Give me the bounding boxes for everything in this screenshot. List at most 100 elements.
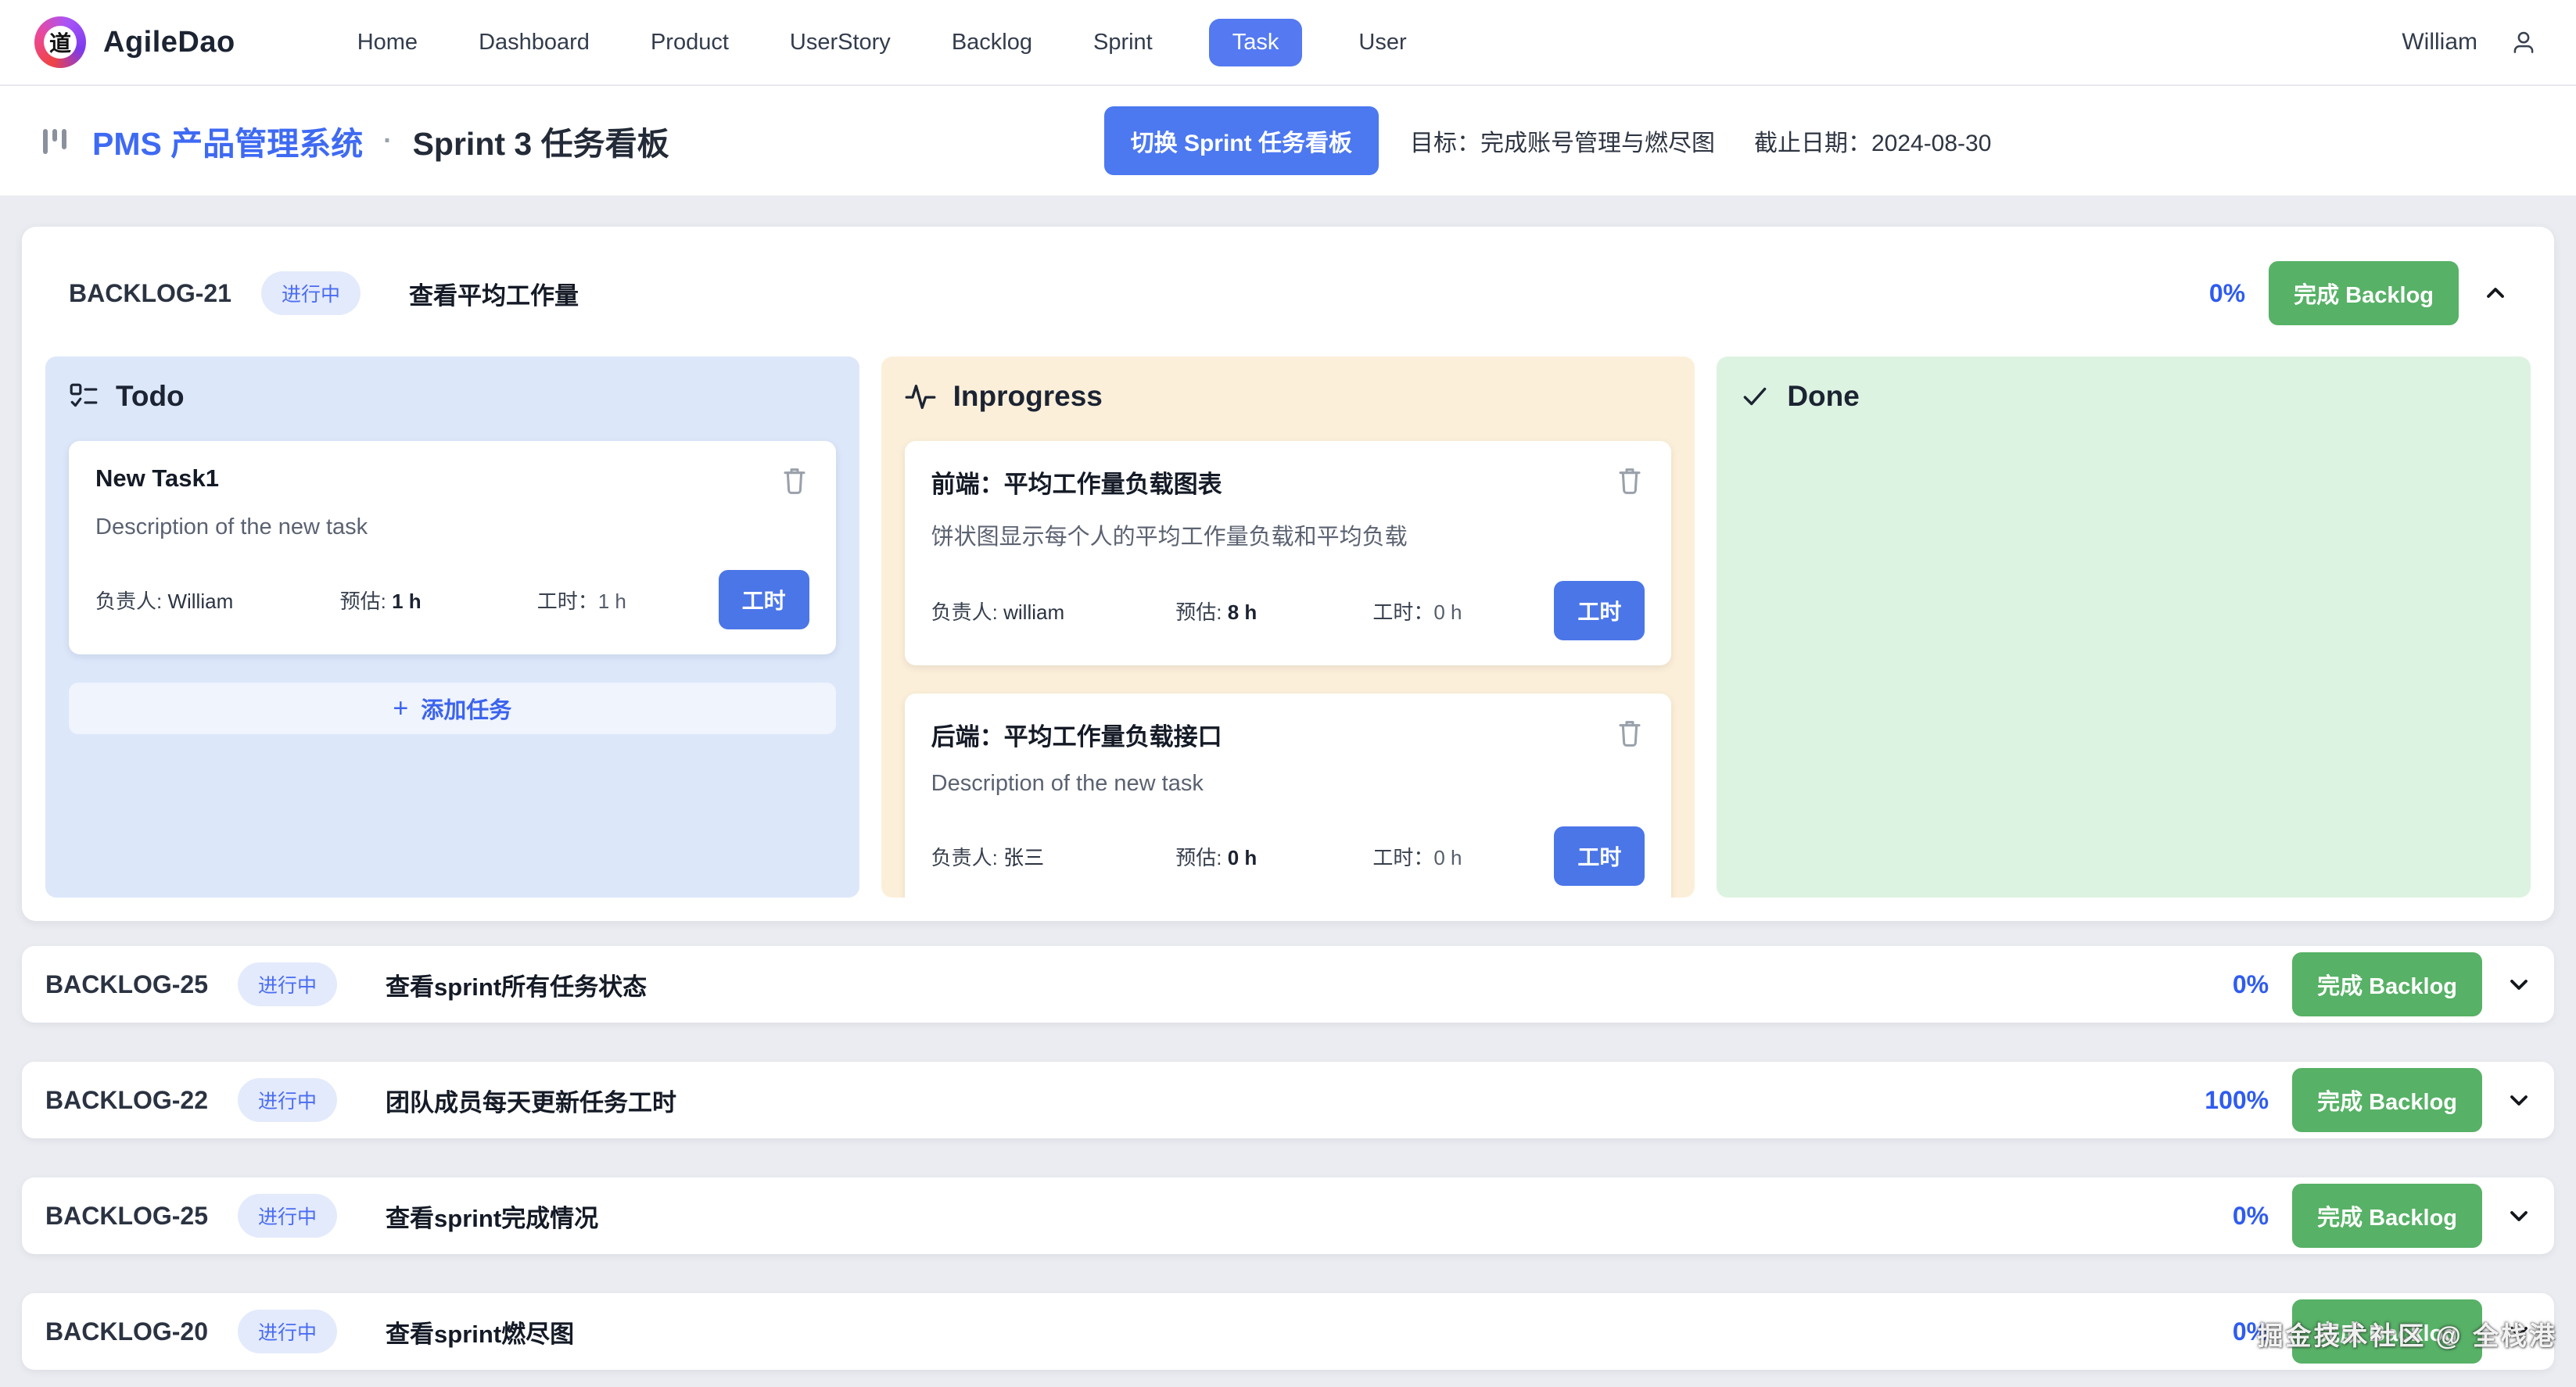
page-title: Sprint 3 任务看板 bbox=[413, 117, 669, 164]
progress-percent: 100% bbox=[2205, 1086, 2269, 1115]
backlog-title: 查看sprint燃尽图 bbox=[386, 1314, 574, 1349]
chevron-down-icon[interactable] bbox=[2506, 1087, 2532, 1113]
kanban-board: Todo New Task1 Description of the new ta… bbox=[45, 357, 2531, 898]
user-profile-icon[interactable] bbox=[2510, 29, 2537, 56]
sprint-goal-text: 目标：完成账号管理与燃尽图 bbox=[1410, 124, 1715, 158]
task-description: Description of the new task bbox=[95, 514, 809, 540]
inprogress-column-title: Inprogress bbox=[953, 380, 1103, 413]
progress-percent: 0% bbox=[2233, 970, 2269, 999]
list-todo-icon bbox=[69, 382, 99, 411]
backlog-row-right: 100% 完成 Backlog bbox=[2205, 1068, 2532, 1132]
task-meta: 负责人: william 预估: 8 h 工时：0 h 工时 bbox=[931, 581, 1645, 640]
breadcrumb: PMS 产品管理系统 · Sprint 3 任务看板 bbox=[92, 117, 669, 164]
activity-icon bbox=[905, 381, 936, 412]
backlog-id: BACKLOG-25 bbox=[45, 970, 208, 999]
backlog-id: BACKLOG-22 bbox=[45, 1086, 208, 1115]
log-hours-button[interactable]: 工时 bbox=[719, 570, 809, 629]
status-badge: 进行中 bbox=[238, 1194, 337, 1238]
complete-backlog-button[interactable]: 完成 Backlog bbox=[2269, 261, 2459, 325]
chevron-up-icon[interactable] bbox=[2482, 280, 2509, 306]
todo-column-header: Todo bbox=[69, 380, 836, 413]
kanban-column-inprogress: Inprogress 前端：平均工作量负载图表 饼状图显示每个人的平均工作量负载… bbox=[881, 357, 1695, 898]
complete-backlog-button[interactable]: 完成 Backlog bbox=[2292, 952, 2482, 1016]
task-meta: 负责人: William 预估: 1 h 工时：1 h 工时 bbox=[95, 570, 809, 629]
check-icon bbox=[1740, 382, 1770, 411]
delete-task-icon[interactable] bbox=[1615, 464, 1645, 496]
backlog-rows: BACKLOG-25 进行中 查看sprint所有任务状态 0% 完成 Back… bbox=[22, 946, 2554, 1370]
task-hours: 工时：1 h bbox=[537, 586, 719, 615]
task-title: 前端：平均工作量负载图表 bbox=[931, 464, 1222, 500]
nav-items: Home Dashboard Product UserStory Backlog… bbox=[353, 19, 1412, 66]
nav-item-task-active[interactable]: Task bbox=[1209, 19, 1303, 66]
backlog-title: 团队成员每天更新任务工时 bbox=[386, 1083, 676, 1118]
task-hours: 工时：0 h bbox=[1372, 597, 1554, 625]
nav-item-sprint[interactable]: Sprint bbox=[1089, 19, 1157, 66]
chevron-down-icon[interactable] bbox=[2506, 971, 2532, 998]
backlog-row-right: 0% 完成 Backlog bbox=[2233, 1184, 2532, 1248]
backlog-header-right: 0% 完成 Backlog bbox=[2209, 261, 2509, 325]
backlog-title: 查看sprint完成情况 bbox=[386, 1199, 598, 1234]
backlog-row: BACKLOG-25 进行中 查看sprint所有任务状态 0% 完成 Back… bbox=[22, 946, 2554, 1023]
project-title-link[interactable]: PMS 产品管理系统 bbox=[92, 117, 363, 164]
delete-task-icon[interactable] bbox=[1615, 717, 1645, 748]
current-user-name: William bbox=[2402, 29, 2477, 56]
nav-item-backlog[interactable]: Backlog bbox=[947, 19, 1037, 66]
add-task-button[interactable]: + 添加任务 bbox=[69, 683, 836, 734]
task-card[interactable]: 前端：平均工作量负载图表 饼状图显示每个人的平均工作量负载和平均负载 负责人: … bbox=[905, 441, 1672, 665]
complete-backlog-button[interactable]: 完成 Backlog bbox=[2292, 1184, 2482, 1248]
nav-item-home[interactable]: Home bbox=[353, 19, 422, 66]
nav-right: William bbox=[2402, 29, 2542, 56]
task-title: 后端：平均工作量负载接口 bbox=[931, 717, 1222, 752]
page-header: PMS 产品管理系统 · Sprint 3 任务看板 切换 Sprint 任务看… bbox=[0, 86, 2576, 195]
backlog-title: 查看平均工作量 bbox=[409, 276, 579, 311]
nav-item-user[interactable]: User bbox=[1354, 19, 1411, 66]
task-card[interactable]: New Task1 Description of the new task 负责… bbox=[69, 441, 836, 654]
task-owner: 负责人: William bbox=[95, 586, 340, 615]
backlog-id: BACKLOG-20 bbox=[45, 1317, 208, 1346]
log-hours-button[interactable]: 工时 bbox=[1554, 581, 1645, 640]
kanban-column-todo: Todo New Task1 Description of the new ta… bbox=[45, 357, 859, 898]
task-estimate: 预估: 8 h bbox=[1175, 597, 1372, 625]
backlog-row: BACKLOG-25 进行中 查看sprint完成情况 0% 完成 Backlo… bbox=[22, 1177, 2554, 1254]
inprogress-column-header: Inprogress bbox=[905, 380, 1672, 413]
complete-backlog-button[interactable]: 完成 Backlog bbox=[2292, 1299, 2482, 1364]
main-content: BACKLOG-21 进行中 查看平均工作量 0% 完成 Backlog bbox=[0, 195, 2576, 1370]
backlog-row: BACKLOG-22 进行中 团队成员每天更新任务工时 100% 完成 Back… bbox=[22, 1062, 2554, 1138]
plus-icon: + bbox=[393, 694, 408, 724]
nav-item-userstory[interactable]: UserStory bbox=[785, 19, 895, 66]
top-nav: 道 AgileDao Home Dashboard Product UserSt… bbox=[0, 0, 2576, 86]
backlog-id: BACKLOG-21 bbox=[69, 279, 231, 308]
task-card[interactable]: 后端：平均工作量负载接口 Description of the new task… bbox=[905, 694, 1672, 898]
add-task-label: 添加任务 bbox=[421, 692, 511, 725]
brand[interactable]: 道 AgileDao bbox=[34, 16, 235, 68]
delete-task-icon[interactable] bbox=[780, 464, 809, 496]
task-description: 饼状图显示每个人的平均工作量负载和平均负载 bbox=[931, 518, 1645, 551]
task-estimate: 预估: 0 h bbox=[1175, 842, 1372, 871]
chevron-down-icon[interactable] bbox=[2506, 1202, 2532, 1229]
task-meta: 负责人: 张三 预估: 0 h 工时：0 h 工时 bbox=[931, 826, 1645, 886]
task-title: New Task1 bbox=[95, 464, 219, 493]
nav-item-dashboard[interactable]: Dashboard bbox=[474, 19, 594, 66]
switch-sprint-board-button[interactable]: 切换 Sprint 任务看板 bbox=[1104, 106, 1379, 175]
sprint-deadline-text: 截止日期：2024-08-30 bbox=[1754, 124, 1991, 158]
task-description: Description of the new task bbox=[931, 771, 1645, 797]
kanban-icon bbox=[33, 120, 75, 162]
progress-percent: 0% bbox=[2233, 1317, 2269, 1346]
log-hours-button[interactable]: 工时 bbox=[1554, 826, 1645, 886]
progress-percent: 0% bbox=[2233, 1202, 2269, 1231]
nav-item-product[interactable]: Product bbox=[646, 19, 734, 66]
title-separator: · bbox=[383, 126, 392, 156]
status-badge: 进行中 bbox=[261, 271, 361, 315]
backlog-id: BACKLOG-25 bbox=[45, 1202, 208, 1231]
task-owner: 负责人: 张三 bbox=[931, 842, 1176, 871]
brand-logo-char: 道 bbox=[44, 26, 77, 59]
status-badge: 进行中 bbox=[238, 1310, 337, 1353]
backlog-title: 查看sprint所有任务状态 bbox=[386, 967, 647, 1002]
backlog-header: BACKLOG-21 进行中 查看平均工作量 0% 完成 Backlog bbox=[45, 250, 2531, 336]
task-owner: 负责人: william bbox=[931, 597, 1176, 625]
chevron-down-icon[interactable] bbox=[2506, 1318, 2532, 1345]
complete-backlog-button[interactable]: 完成 Backlog bbox=[2292, 1068, 2482, 1132]
progress-percent: 0% bbox=[2209, 279, 2245, 308]
task-hours: 工时：0 h bbox=[1372, 842, 1554, 871]
status-badge: 进行中 bbox=[238, 1078, 337, 1122]
